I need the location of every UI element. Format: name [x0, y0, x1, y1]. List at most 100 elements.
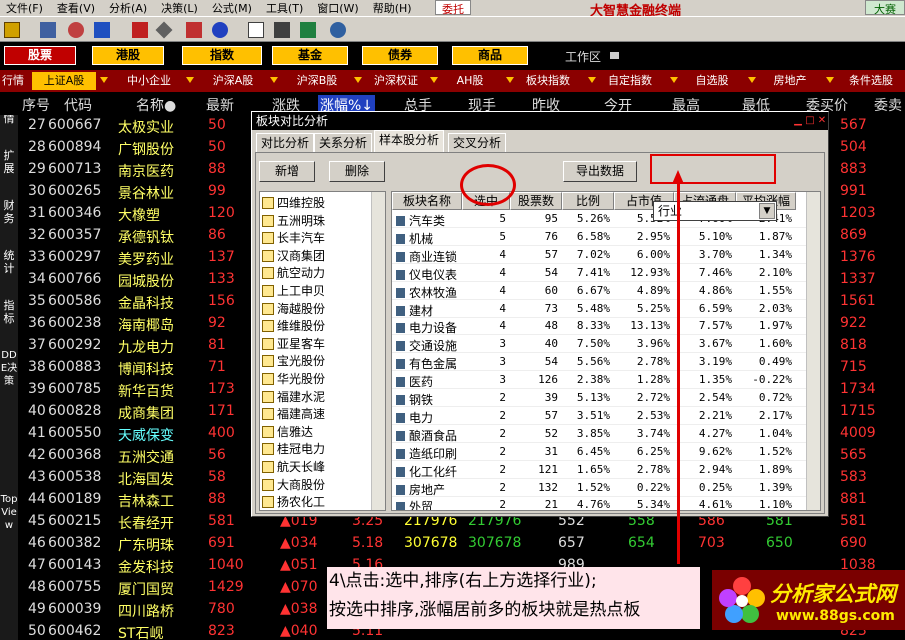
tab-sample-stock-analysis[interactable]: 样本股分析 — [374, 130, 445, 152]
table-row[interactable]: 仪电仪表 4 54 7.41% 12.93% 7.46% 2.10% — [392, 264, 807, 282]
table-row[interactable]: 医药 3 126 2.38% 1.28% 1.35% -0.22% — [392, 371, 807, 390]
workarea-label[interactable]: 工作区 — [565, 48, 601, 65]
list-item[interactable]: 亚星客车 — [262, 335, 325, 352]
tab-stocks[interactable]: 股票 — [4, 46, 76, 65]
sector-grid-scrollbar[interactable] — [806, 192, 820, 510]
info-icon[interactable] — [212, 22, 228, 38]
table-row[interactable]: 商业连锁 4 57 7.02% 6.00% 3.70% 1.34% — [392, 246, 807, 264]
sidebar-item-stats[interactable]: 统计 — [0, 249, 18, 279]
dropdown-arrow-icon[interactable] — [670, 77, 678, 83]
grid-header-sector[interactable]: 板块名称 — [392, 192, 462, 210]
list-item[interactable]: 长丰汽车 — [262, 229, 325, 246]
dropdown-arrow-icon[interactable] — [186, 77, 194, 83]
dropdown-arrow-icon[interactable] — [354, 77, 362, 83]
col-index[interactable]: 序号 — [22, 95, 50, 115]
tab-commodity[interactable]: 商品 — [452, 46, 528, 65]
menu-window[interactable]: 窗口(W) — [317, 0, 358, 16]
cat-watchlist[interactable]: 自选股 — [688, 72, 736, 90]
list-item[interactable]: 海越股份 — [262, 300, 325, 317]
diamond-icon[interactable] — [155, 21, 173, 39]
document-icon[interactable] — [248, 22, 264, 38]
list-item[interactable]: 扬农化工 — [262, 493, 325, 510]
dropdown-arrow-icon[interactable] — [430, 77, 438, 83]
cat-sector-index[interactable]: 板块指数 — [518, 72, 578, 90]
dropdown-arrow-icon[interactable] — [100, 77, 108, 83]
menu-decision[interactable]: 决策(L) — [161, 0, 198, 16]
dropdown-arrow-icon[interactable] — [748, 77, 756, 83]
dialog-title-bar[interactable]: 板块对比分析 — [252, 112, 828, 130]
list-item[interactable]: 五洲明珠 — [262, 212, 325, 229]
table-row[interactable]: 机械 5 76 6.58% 2.95% 5.10% 1.87% — [392, 228, 807, 246]
list-item[interactable]: 福建高速 — [262, 405, 325, 422]
menu-tools[interactable]: 工具(T) — [266, 0, 303, 16]
table-row[interactable]: 电力设备 4 48 8.33% 13.13% 7.57% 1.97% — [392, 317, 807, 336]
print-icon[interactable] — [274, 22, 290, 38]
table-row[interactable]: 建材 4 73 5.48% 5.25% 6.59% 2.03% — [392, 300, 807, 318]
menu-view[interactable]: 查看(V) — [57, 0, 95, 16]
table-row[interactable]: 46 600382 广东明珠 691 ▲034 5.18 307678 307678 657 65… — [18, 533, 905, 555]
table-row[interactable]: 外贸 2 21 4.76% 5.34% 4.61% 1.10% — [392, 496, 807, 510]
list-item[interactable]: 上工申贝 — [262, 282, 325, 299]
dropdown-arrow-icon[interactable] — [506, 77, 514, 83]
delete-button[interactable]: 删除 — [329, 161, 385, 182]
list-item[interactable]: 四维控股 — [262, 194, 325, 211]
dropdown-arrow-icon[interactable] — [270, 77, 278, 83]
tab-index[interactable]: 指数 — [182, 46, 262, 65]
menu-help[interactable]: 帮助(H) — [373, 0, 412, 16]
list-item[interactable]: 信雅达 — [262, 423, 313, 440]
cat-sme[interactable]: 中小企业 — [116, 72, 182, 90]
tab-compare-analysis[interactable]: 对比分析 — [256, 133, 315, 152]
table-row[interactable]: 电力 2 57 3.51% 2.53% 2.21% 2.17% — [392, 407, 807, 425]
list-item[interactable]: 宝光股份 — [262, 352, 325, 369]
list-item[interactable]: 航空动力 — [262, 264, 325, 281]
col-code[interactable]: 代码 — [64, 95, 92, 115]
cat-warrants[interactable]: 沪深权证 — [366, 72, 426, 90]
tab-hk[interactable]: 港股 — [92, 46, 164, 65]
grid-header-stock-count[interactable]: 股票数 — [510, 192, 562, 210]
table-row[interactable]: 钢铁 2 39 5.13% 2.72% 2.54% 0.72% — [392, 389, 807, 407]
table-row[interactable]: 农林牧渔 4 60 6.67% 4.89% 4.86% 1.55% — [392, 282, 807, 300]
news-icon[interactable] — [186, 22, 202, 38]
tab-bond[interactable]: 债券 — [362, 46, 438, 65]
workarea-dropdown-icon[interactable] — [610, 52, 619, 59]
cat-shsz-b[interactable]: 沪深B股 — [284, 72, 350, 90]
contest-button[interactable]: 大赛 — [865, 0, 905, 16]
table-row[interactable]: 造纸印刷 2 31 6.45% 6.25% 9.62% 1.52% — [392, 443, 807, 461]
table-row[interactable]: 有色金属 3 54 5.56% 2.78% 3.19% 0.49% — [392, 353, 807, 372]
sector-type-select[interactable]: 行业 ▼ — [653, 201, 777, 221]
maximize-icon[interactable]: □ — [804, 115, 816, 127]
list-item[interactable]: 华光股份 — [262, 370, 325, 387]
tab-cross-analysis[interactable]: 交叉分析 — [448, 133, 507, 152]
sidebar-item-topview[interactable]: TopView — [0, 493, 18, 593]
alert-icon[interactable] — [132, 22, 148, 38]
list-item[interactable]: 维维股份 — [262, 317, 325, 334]
stock-list-scrollbar[interactable] — [371, 192, 385, 510]
table-row[interactable]: 酿酒食品 2 52 3.85% 3.74% 4.27% 1.04% — [392, 425, 807, 443]
table-row[interactable]: 房地产 2 132 1.52% 0.22% 0.25% 1.39% — [392, 479, 807, 497]
col-last[interactable]: 最新 — [206, 95, 234, 115]
grid-header-ratio[interactable]: 比例 — [562, 192, 614, 210]
list-item[interactable]: 桂冠电力 — [262, 440, 325, 457]
list-item[interactable]: 大商股份 — [262, 476, 325, 493]
table-row[interactable]: 交通设施 3 40 7.50% 3.96% 3.67% 1.60% — [392, 335, 807, 354]
cat-shsz-a[interactable]: 沪深A股 — [200, 72, 266, 90]
dropdown-arrow-icon[interactable] — [588, 77, 596, 83]
list-item[interactable]: 汉商集团 — [262, 247, 325, 264]
sidebar-item-extend[interactable]: 扩展 — [0, 149, 18, 179]
sidebar-item-indicator[interactable]: 指标 — [0, 299, 18, 329]
export-data-button[interactable]: 导出数据 — [563, 161, 637, 182]
binoculars-icon[interactable] — [40, 22, 56, 38]
alarm-icon[interactable] — [68, 22, 84, 38]
close-icon[interactable]: ✕ — [816, 115, 828, 127]
chevron-down-icon[interactable]: ▼ — [759, 203, 775, 219]
cat-sh-a[interactable]: 上证A股 — [32, 72, 96, 90]
list-item[interactable]: 航天长峰 — [262, 458, 325, 475]
chart-icon[interactable] — [94, 22, 110, 38]
tab-relation-analysis[interactable]: 关系分析 — [314, 133, 373, 152]
sidebar-item-dde[interactable]: DDE决策 — [0, 349, 18, 439]
tab-fund[interactable]: 基金 — [272, 46, 348, 65]
books-icon[interactable] — [300, 22, 316, 38]
menu-analysis[interactable]: 分析(A) — [109, 0, 147, 16]
trade-button[interactable]: 委托 — [435, 0, 471, 16]
cat-real-estate[interactable]: 房地产 — [766, 72, 814, 90]
